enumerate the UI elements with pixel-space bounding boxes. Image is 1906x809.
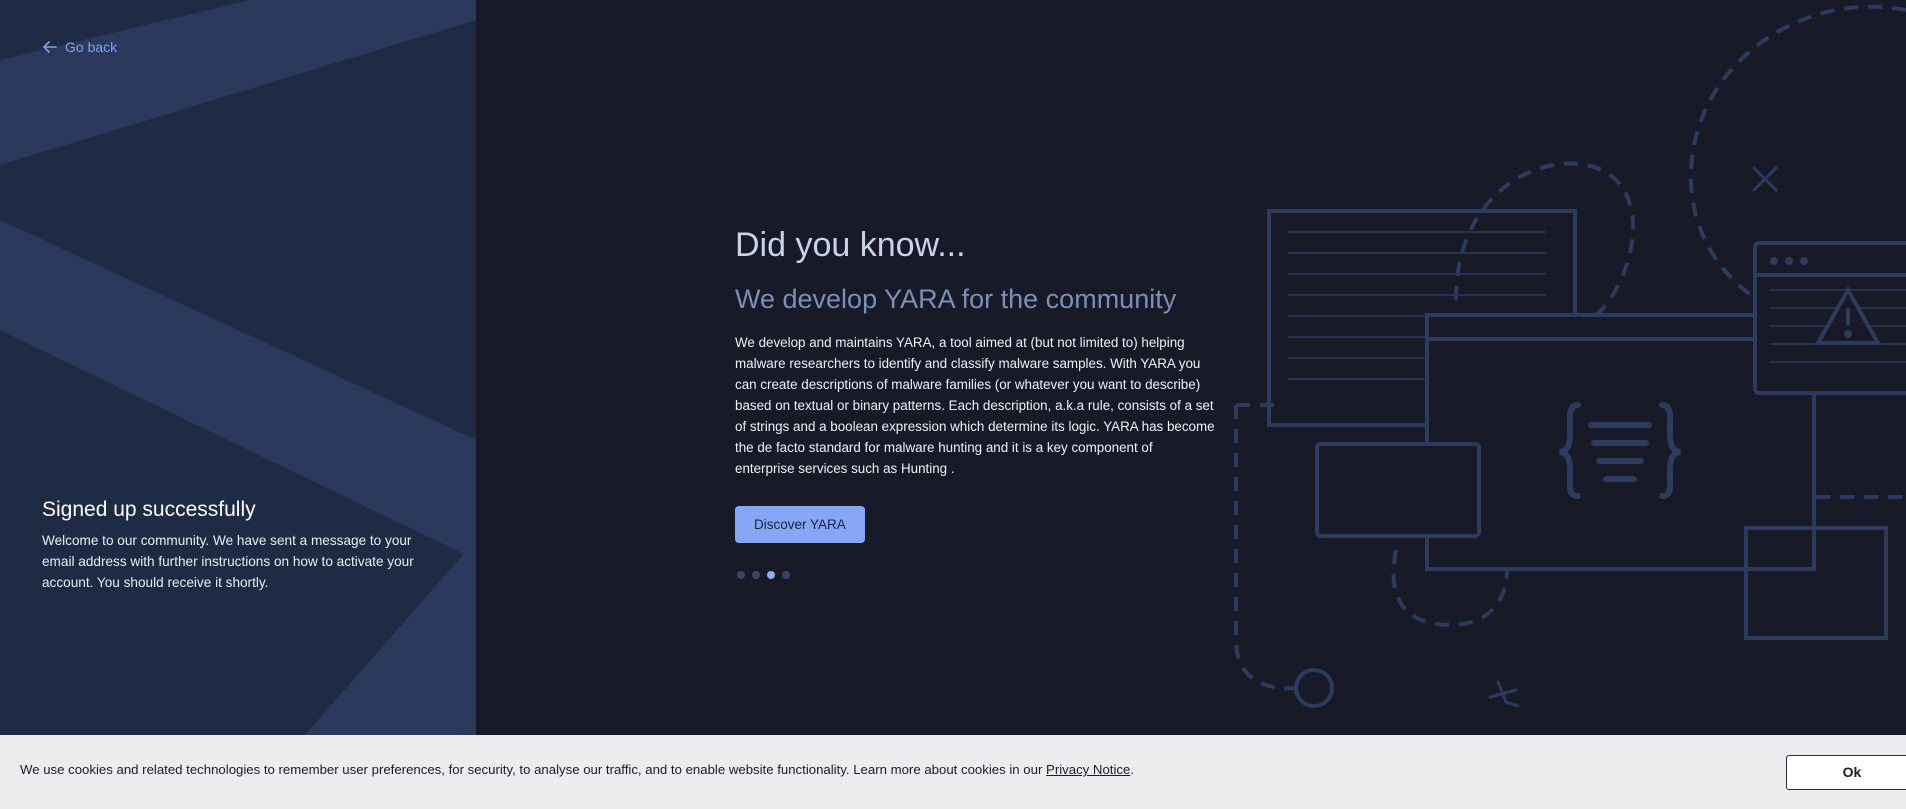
signup-confirmation: Signed up successfully Welcome to our co…: [42, 498, 442, 593]
arrow-left-icon: [43, 41, 57, 53]
carousel-dot-4[interactable]: [782, 571, 790, 579]
left-panel-background-stripes: [0, 0, 476, 809]
cookie-banner: We use cookies and related technologies …: [0, 735, 1906, 809]
discover-yara-button[interactable]: Discover YARA: [735, 506, 865, 543]
signup-title: Signed up successfully: [42, 498, 256, 521]
cookie-ok-button[interactable]: Ok: [1786, 755, 1906, 790]
slide-body: We develop and maintains YARA, a tool ai…: [735, 335, 1215, 476]
slide-heading: Did you know...: [735, 226, 966, 264]
carousel-dot-2[interactable]: [752, 571, 760, 579]
go-back-label: Go back: [65, 39, 118, 55]
left-panel: Go back Signed up successfully Welcome t…: [0, 0, 476, 809]
carousel-dot-1[interactable]: [737, 571, 745, 579]
signup-message: Welcome to our community. We have sent a…: [42, 533, 414, 590]
go-back-link[interactable]: Go back: [43, 39, 117, 55]
privacy-notice-link[interactable]: Privacy Notice: [1046, 762, 1130, 777]
carousel-dot-3[interactable]: [767, 571, 775, 579]
carousel-pagination: [737, 571, 1215, 579]
main-panel: Did you know... We develop YARA for the …: [476, 0, 1906, 735]
carousel-slide: Did you know... We develop YARA for the …: [735, 220, 1215, 579]
slide-subheading: We develop YARA for the community: [735, 284, 1177, 314]
cookie-message: We use cookies and related technologies …: [20, 762, 1043, 777]
cookie-suffix: .: [1130, 762, 1134, 777]
cookie-text: We use cookies and related technologies …: [20, 762, 1134, 777]
